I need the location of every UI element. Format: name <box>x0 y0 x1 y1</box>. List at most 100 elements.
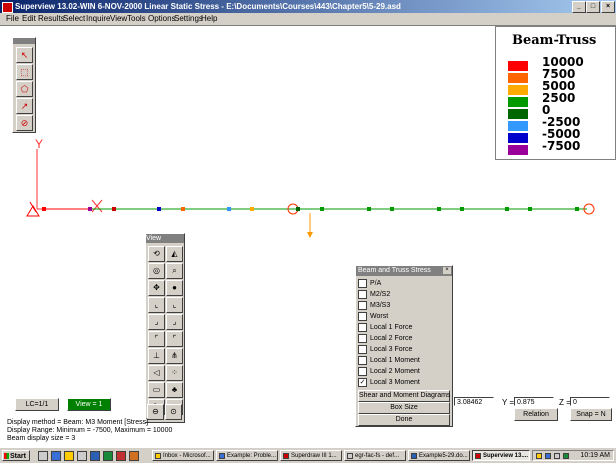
shade-icon[interactable]: ● <box>166 280 183 296</box>
node[interactable] <box>296 207 300 211</box>
task-label: egr-fac-fs - def... <box>355 453 400 459</box>
menu-file[interactable]: File <box>6 14 19 24</box>
task-superdraw[interactable]: Superdraw III 1... <box>280 450 342 461</box>
node[interactable] <box>250 207 254 211</box>
done-button[interactable]: Done <box>358 414 450 426</box>
browser-icon[interactable] <box>51 451 61 461</box>
folder-icon <box>347 453 353 459</box>
view-yz-icon[interactable]: ⌞ <box>166 297 183 313</box>
fit-view-icon[interactable]: ◁ <box>148 365 165 381</box>
view-iso2-icon[interactable]: ⌜ <box>166 331 183 347</box>
task-egr-fac-fs[interactable]: egr-fac-fs - def... <box>344 450 406 461</box>
tray-icon[interactable] <box>563 453 569 459</box>
rotate-icon[interactable]: ⟲ <box>148 246 165 262</box>
powerpoint-icon[interactable] <box>129 451 139 461</box>
node[interactable] <box>528 207 532 211</box>
axis-view-icon[interactable]: ⊥ <box>148 348 165 364</box>
palette-grip[interactable] <box>13 38 35 44</box>
menu-options[interactable]: Options <box>148 14 176 24</box>
node[interactable] <box>157 207 161 211</box>
node[interactable] <box>88 207 92 211</box>
menu-tools[interactable]: Tools <box>127 14 146 24</box>
checkbox[interactable] <box>358 312 367 321</box>
beam-panel-title-bar[interactable]: Beam and Truss Stress × <box>356 266 452 276</box>
close-button[interactable]: × <box>601 1 615 13</box>
view-zx-icon[interactable]: ⌟ <box>166 314 183 330</box>
relation-button[interactable]: Relation <box>514 408 558 421</box>
menu-inquire[interactable]: Inquire <box>86 14 110 24</box>
maximize-button[interactable]: □ <box>586 1 600 13</box>
view-xz-icon[interactable]: ⌟ <box>148 314 165 330</box>
node[interactable] <box>112 207 116 211</box>
zoom-out-icon[interactable]: ⊖ <box>147 404 164 420</box>
menu-settings[interactable]: Settings <box>174 14 203 24</box>
node[interactable] <box>460 207 464 211</box>
view-number-button[interactable]: View = 1 <box>67 398 111 411</box>
x-coordinate-field[interactable]: 3.08462 <box>454 397 494 406</box>
walk-icon[interactable]: ♣ <box>166 382 183 398</box>
app-quick-icon[interactable] <box>116 451 126 461</box>
select-arrow-icon[interactable]: ↖ <box>16 47 33 63</box>
speaker-icon[interactable] <box>554 453 560 459</box>
view-toolbar-title[interactable]: View <box>146 234 184 243</box>
node[interactable] <box>390 207 394 211</box>
task-inbox[interactable]: Inbox - Microsof... <box>152 450 214 461</box>
shear-moment-diagrams-button[interactable]: Shear and Moment Diagrams <box>358 390 450 402</box>
task-superview[interactable]: Superview 13.... <box>472 450 530 461</box>
tray-icon[interactable] <box>536 453 542 459</box>
excel-icon[interactable] <box>103 451 113 461</box>
node[interactable] <box>320 207 324 211</box>
task-example-problem[interactable]: Example: Proble... <box>216 450 278 461</box>
select-polygon-icon[interactable]: ⬠ <box>16 81 33 97</box>
perspective-icon[interactable]: ◭ <box>166 246 183 262</box>
box-size-button[interactable]: Box Size <box>358 402 450 414</box>
zoom-fit-icon[interactable]: ⊙ <box>165 404 182 420</box>
beam-panel-close-button[interactable]: × <box>443 267 451 274</box>
view-xy-icon[interactable]: ⌞ <box>148 297 165 313</box>
y-coordinate-field[interactable]: 0.875 <box>514 397 554 406</box>
checkbox[interactable] <box>358 367 367 376</box>
load-case-button[interactable]: LC=1/1 <box>15 398 59 411</box>
checkbox[interactable] <box>358 345 367 354</box>
checkbox[interactable] <box>358 334 367 343</box>
checkbox-checked[interactable]: ✓ <box>358 378 367 387</box>
node[interactable] <box>575 207 579 211</box>
deselect-icon[interactable]: ⊘ <box>16 115 33 131</box>
pointer-icon[interactable]: ↗ <box>16 98 33 114</box>
checkbox[interactable] <box>358 356 367 365</box>
node[interactable] <box>367 207 371 211</box>
pan-icon[interactable]: ✥ <box>148 280 165 296</box>
start-button[interactable]: Start <box>2 450 30 461</box>
snap-button[interactable]: Snap = N <box>570 408 612 421</box>
task-example5-29[interactable]: Example5-29.do... <box>408 450 470 461</box>
grid-icon[interactable]: ⁘ <box>166 365 183 381</box>
select-box-icon[interactable]: ⬚ <box>16 64 33 80</box>
menu-view[interactable]: View <box>110 14 127 24</box>
checkbox[interactable] <box>358 301 367 310</box>
node[interactable] <box>437 207 441 211</box>
menu-help[interactable]: Help <box>201 14 217 24</box>
node[interactable] <box>227 207 231 211</box>
checkbox[interactable] <box>358 290 367 299</box>
node[interactable] <box>505 207 509 211</box>
desktop-icon[interactable] <box>38 451 48 461</box>
view-iso-icon[interactable]: ⌜ <box>148 331 165 347</box>
orbit-icon[interactable]: ◎ <box>148 263 165 279</box>
explorer-icon[interactable] <box>77 451 87 461</box>
app-icon[interactable] <box>2 2 13 13</box>
outlook-icon[interactable] <box>64 451 74 461</box>
checkbox[interactable] <box>358 279 367 288</box>
window-icon[interactable]: ▭ <box>148 382 165 398</box>
node[interactable] <box>42 207 46 211</box>
minimize-button[interactable]: _ <box>572 1 586 13</box>
menu-select[interactable]: Select <box>63 14 85 24</box>
axis-3d-icon[interactable]: ⋔ <box>166 348 183 364</box>
zoom-window-icon[interactable]: ⌕ <box>166 263 183 279</box>
menu-edit[interactable]: Edit <box>22 14 36 24</box>
node[interactable] <box>181 207 185 211</box>
tray-icon[interactable] <box>545 453 551 459</box>
word-icon[interactable] <box>90 451 100 461</box>
z-coordinate-field[interactable]: 0 <box>570 397 610 406</box>
checkbox[interactable] <box>358 323 367 332</box>
menu-results[interactable]: Results <box>38 14 65 24</box>
